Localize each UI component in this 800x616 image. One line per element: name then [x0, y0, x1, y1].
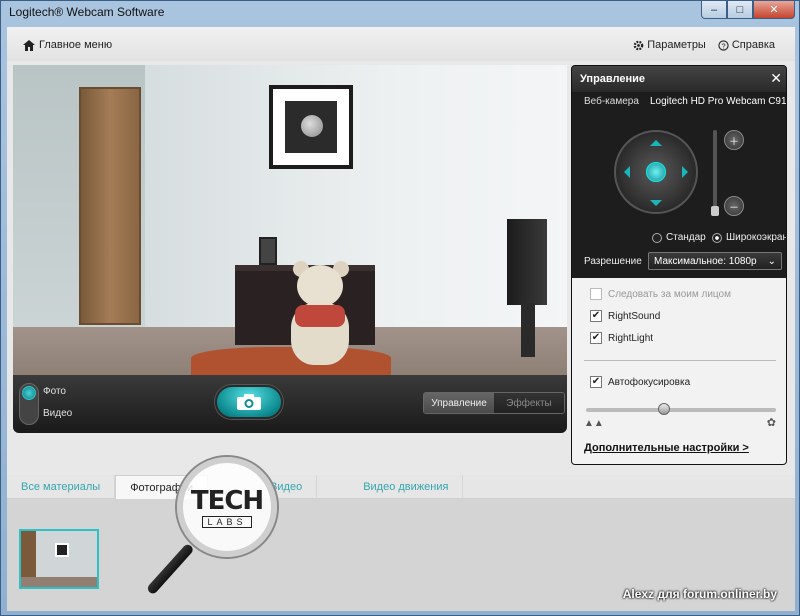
resolution-value: Максимальное: 1080р — [654, 255, 757, 267]
rightsound-checkbox[interactable]: ✔ RightSound — [590, 310, 660, 322]
top-right-links: Параметры ? Справка — [633, 39, 775, 51]
control-panel: Управление ✕ Веб-камера Logitech HD Pro … — [571, 65, 787, 465]
arrow-up-icon[interactable] — [650, 134, 662, 146]
help-icon: ? — [718, 39, 729, 51]
chevron-down-icon: ⌄ — [767, 255, 776, 267]
advanced-settings-link[interactable]: Дополнительные настройки > — [584, 442, 749, 454]
resolution-select[interactable]: Максимальное: 1080р ⌄ — [648, 252, 782, 270]
zoom-in-icon[interactable]: ＋ — [724, 130, 744, 150]
capture-button[interactable] — [215, 385, 283, 419]
photo-thumbnail[interactable] — [19, 529, 99, 589]
preview-speaker — [507, 219, 547, 305]
flower-icon: ✿ — [766, 417, 776, 429]
zoom-slider[interactable] — [713, 130, 717, 216]
preview-frame-photo — [285, 101, 337, 153]
webcam-label: Веб-камера — [584, 96, 639, 107]
follow-face-checkbox[interactable]: Следовать за моим лицом — [590, 288, 731, 300]
bear-scarf — [295, 305, 345, 327]
preview-door — [79, 87, 141, 325]
thumbnail-floor — [21, 577, 97, 587]
control-tab-button[interactable]: Управление — [424, 393, 494, 413]
close-icon[interactable]: ✕ — [770, 71, 782, 85]
window-controls: – □ ✕ — [701, 1, 795, 19]
radio-standard-label: Стандар — [666, 232, 706, 243]
svg-text:?: ? — [721, 41, 725, 50]
zoom-out-icon[interactable]: － — [724, 196, 744, 216]
mountain-icon: ▲▲ — [584, 418, 604, 429]
settings-link[interactable]: Параметры — [633, 39, 706, 51]
arrow-right-icon[interactable] — [682, 166, 694, 178]
control-panel-title: Управление — [580, 73, 646, 85]
rightsound-label: RightSound — [608, 310, 661, 322]
client-area: Главное меню Параметры ? Справка Фото Ви… — [7, 27, 795, 611]
effects-tab-button[interactable]: Эффекты — [494, 393, 564, 413]
control-panel-header: Управление ✕ — [572, 66, 786, 92]
follow-face-label: Следовать за моим лицом — [608, 288, 731, 300]
check-icon: ✔ — [590, 376, 602, 388]
center-reset-button[interactable] — [646, 162, 666, 182]
preview-teddy-bear — [281, 261, 361, 373]
main-menu-label: Главное меню — [39, 39, 113, 51]
maximize-button[interactable]: □ — [727, 1, 753, 19]
preview-picture-frame — [269, 85, 353, 169]
rightlight-label: RightLight — [608, 332, 654, 344]
logo-main-text: TECH — [190, 486, 264, 516]
settings-label: Параметры — [647, 39, 706, 51]
photo-mode-label[interactable]: Фото — [43, 386, 66, 397]
title-bar: Logitech® Webcam Software – □ ✕ — [1, 1, 799, 23]
close-window-button[interactable]: ✕ — [753, 1, 795, 19]
minimize-button[interactable]: – — [701, 1, 727, 19]
gallery-tabs: Все материалы Фотографии Видео Видео дви… — [7, 475, 795, 499]
rightlight-checkbox[interactable]: ✔ RightLight — [590, 332, 653, 344]
gear-icon — [633, 40, 644, 50]
main-menu-link[interactable]: Главное меню — [23, 39, 112, 51]
radio-widescreen-label: Широкоэкран — [725, 232, 787, 243]
bear-head — [297, 265, 343, 307]
app-window: Logitech® Webcam Software – □ ✕ Главное … — [0, 0, 800, 616]
techlabs-logo: TECH LABS — [177, 457, 277, 557]
radio-standard[interactable]: Стандар — [652, 232, 706, 243]
photo-video-toggle[interactable] — [19, 383, 39, 425]
camera-preview — [13, 65, 567, 375]
zoom-slider-thumb[interactable] — [711, 206, 719, 216]
arrow-left-icon[interactable] — [618, 166, 630, 178]
focus-slider-thumb[interactable] — [658, 403, 670, 415]
resolution-label: Разрешение — [584, 256, 642, 267]
help-link[interactable]: ? Справка — [718, 39, 775, 51]
forum-credit: Alexz для forum.onliner.by — [622, 587, 777, 601]
autofocus-checkbox[interactable]: ✔ Автофокусировка — [590, 376, 690, 388]
arrow-down-icon[interactable] — [650, 200, 662, 212]
tab-motion-video[interactable]: Видео движения — [317, 475, 464, 499]
capture-strip: Фото Видео Управление Эффекты — [13, 375, 567, 433]
autofocus-label: Автофокусировка — [608, 376, 691, 388]
camera-icon — [237, 394, 261, 410]
focus-slider[interactable] — [586, 408, 776, 412]
panel-switch: Управление Эффекты — [423, 392, 565, 414]
toggle-knob — [22, 386, 36, 400]
window-title: Logitech® Webcam Software — [9, 5, 165, 19]
check-icon: ✔ — [590, 310, 602, 322]
thumbnail-frame — [55, 543, 69, 557]
radio-widescreen[interactable]: Широкоэкран — [712, 232, 787, 243]
options-divider — [584, 360, 776, 361]
control-panel-options: Следовать за моим лицом ✔ RightSound ✔ R… — [572, 278, 786, 464]
home-icon — [23, 39, 35, 51]
video-mode-label[interactable]: Видео — [43, 408, 72, 419]
tab-all-media[interactable]: Все материалы — [7, 475, 116, 499]
preview-moon — [301, 115, 323, 137]
check-icon: ✔ — [590, 332, 602, 344]
radio-standard-dot — [652, 232, 662, 243]
top-menu-bar: Главное меню Параметры ? Справка — [7, 27, 795, 61]
webcam-name[interactable]: Logitech HD Pro Webcam C910 — [650, 96, 786, 107]
radio-widescreen-dot — [712, 232, 722, 243]
logo-sub-text: LABS — [202, 516, 252, 528]
preview-speaker-stand — [521, 303, 535, 357]
help-label: Справка — [731, 39, 775, 51]
follow-face-box — [590, 288, 602, 300]
preview-small-frame — [259, 237, 277, 265]
